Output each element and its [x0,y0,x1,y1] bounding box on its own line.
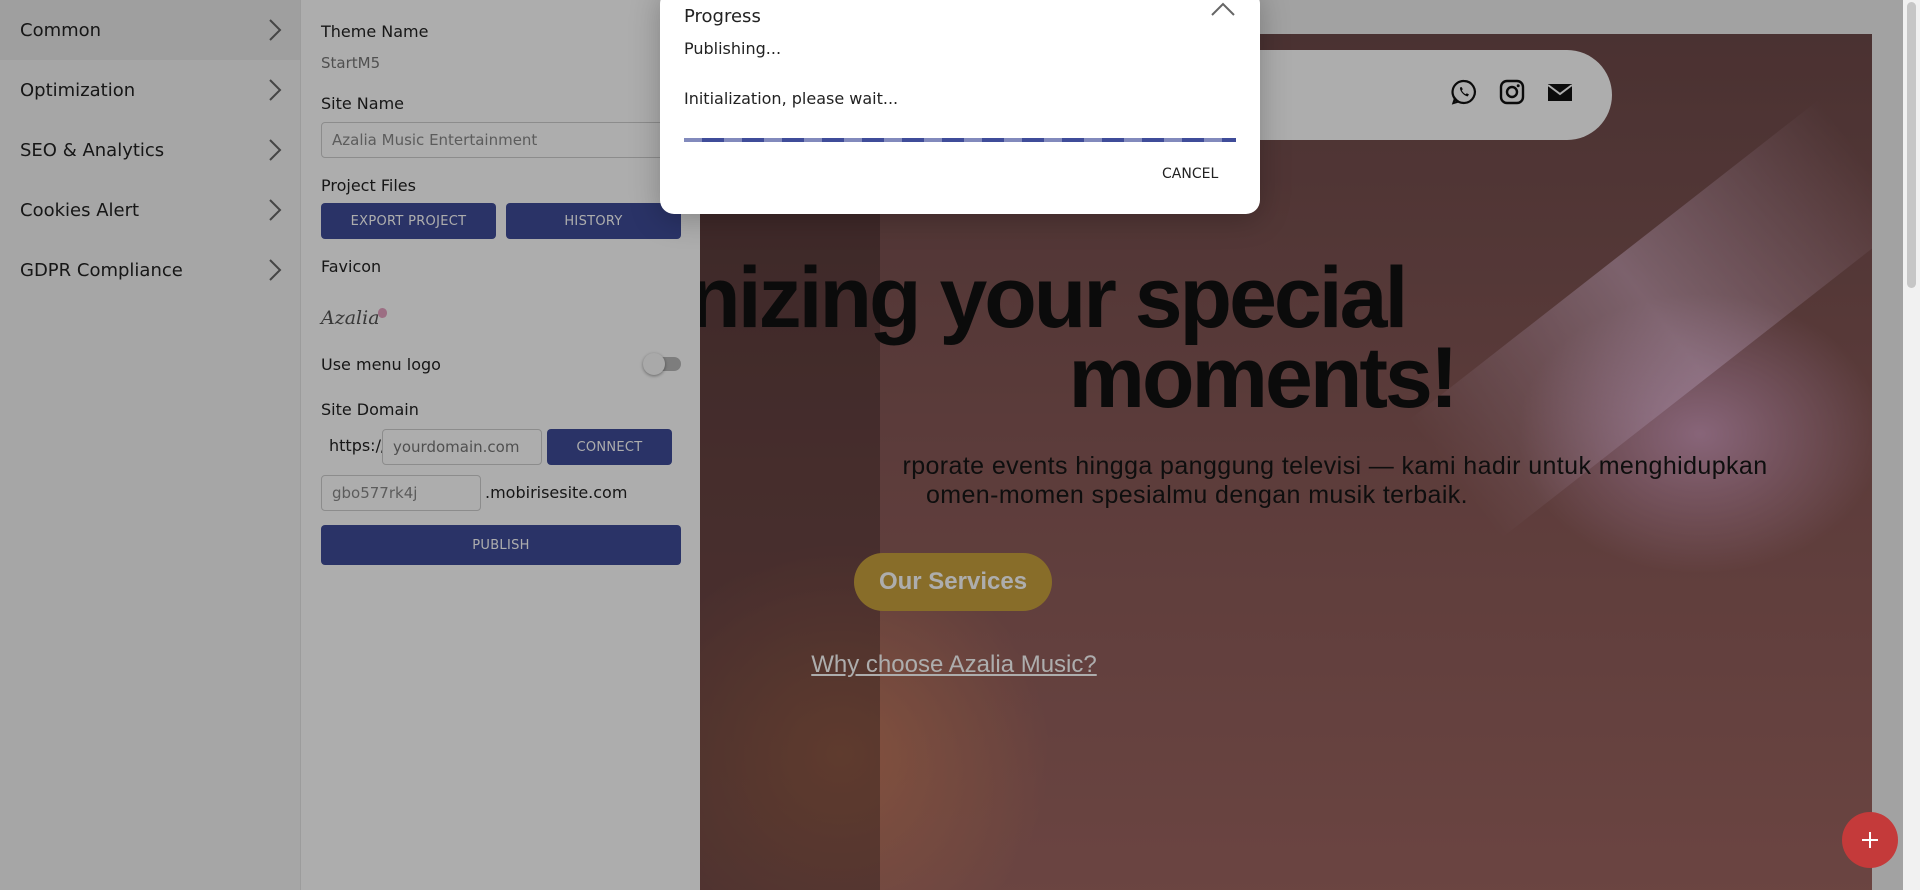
chevron-up-icon[interactable] [1210,0,1236,18]
progress-stripes [684,138,1236,142]
dialog-title: Progress [684,6,761,27]
page-scrollbar[interactable] [1903,0,1920,890]
dialog-message: Initialization, please wait... [684,89,899,108]
add-block-button[interactable] [1842,812,1898,868]
progress-dialog: Progress Publishing... Initialization, p… [660,0,1260,214]
scrollbar-thumb[interactable] [1907,2,1916,288]
plus-icon [1862,832,1878,848]
cancel-button[interactable]: CANCEL [1162,166,1218,182]
dialog-status: Publishing... [684,39,782,58]
progress-bar [684,138,1236,142]
